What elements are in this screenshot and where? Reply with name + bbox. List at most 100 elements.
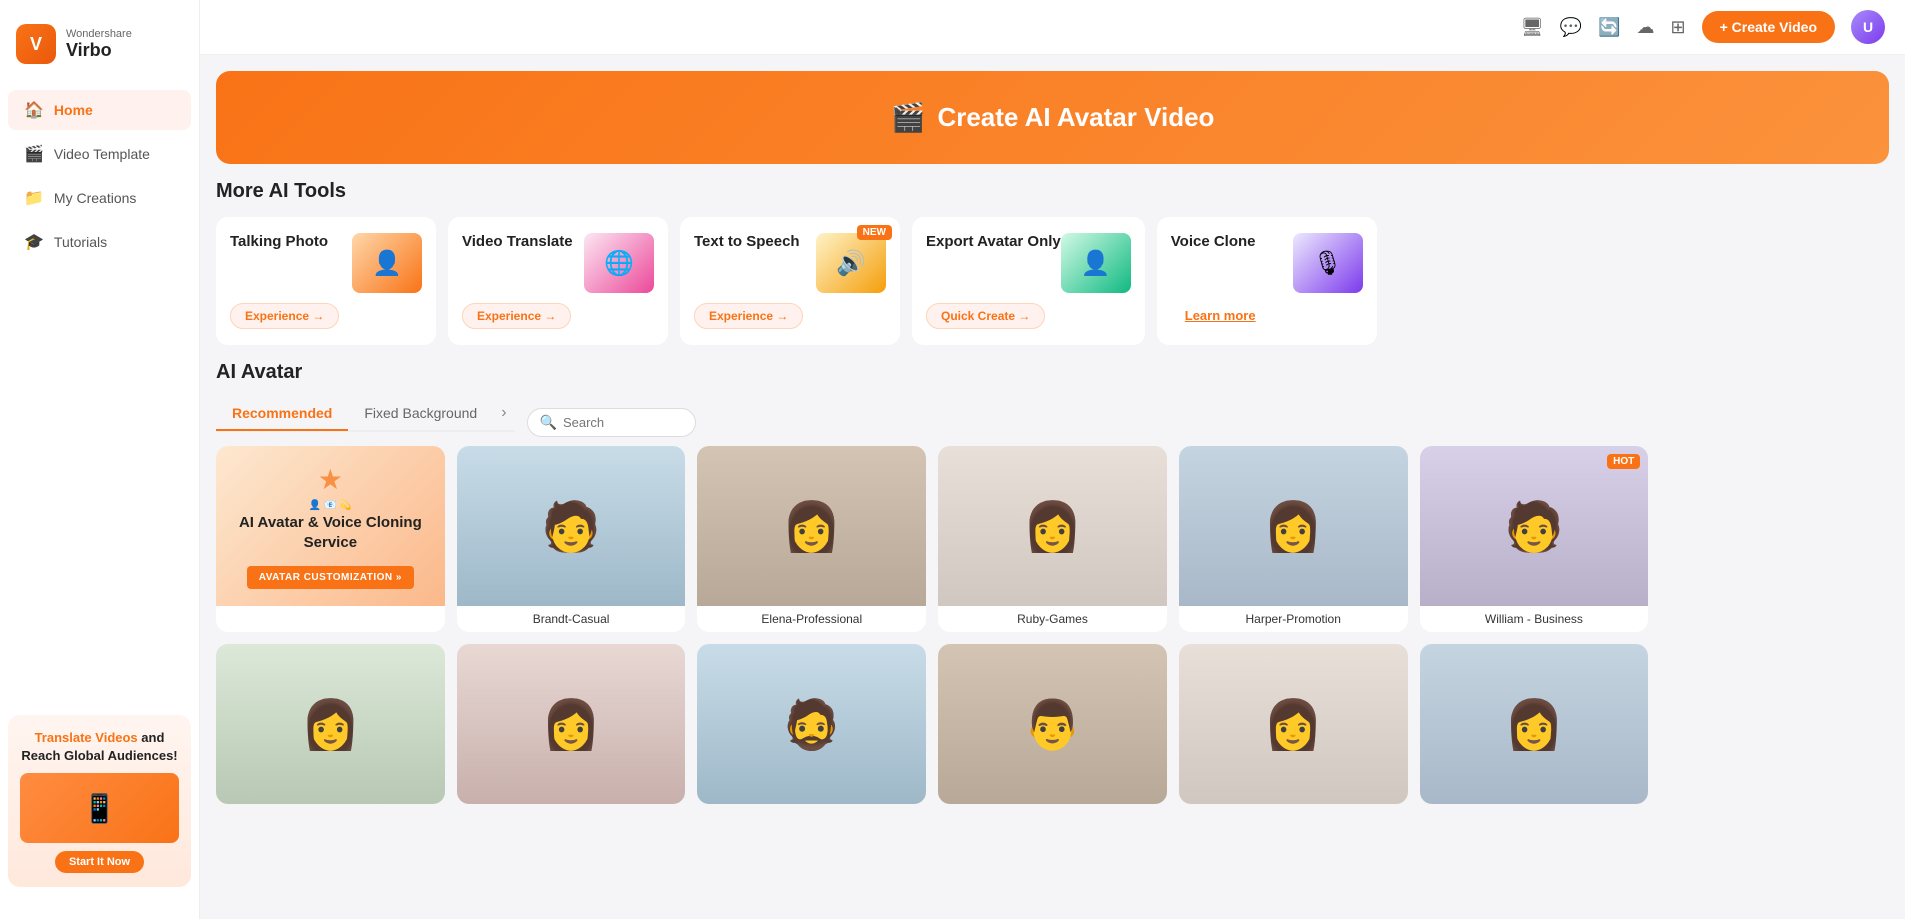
avatar-r2-3-img: 🧔	[697, 644, 926, 804]
new-badge: NEW	[857, 225, 892, 240]
avatar-r2-4-img: 👨	[938, 644, 1167, 804]
tool-export-avatar-img: 👤	[1061, 233, 1131, 293]
grid-icon[interactable]: ⊞	[1671, 17, 1686, 38]
avatar-card-r2-4[interactable]: 👨	[938, 644, 1167, 804]
tool-card-talking-photo[interactable]: Talking Photo 👤 Experience →	[216, 217, 436, 345]
tutorials-icon: 🎓	[24, 232, 44, 252]
video-template-icon: 🎬	[24, 144, 44, 164]
tool-tts-btn[interactable]: Experience →	[694, 303, 803, 329]
main-content: 🖥 💬 🔄 ☁ ⊞ + Create Video U 🎬 Create AI A…	[200, 0, 1905, 919]
avatar-harper-name: Harper-Promotion	[1179, 606, 1408, 632]
chat-icon[interactable]: 💬	[1560, 17, 1582, 38]
tab-more-icon[interactable]: ›	[493, 396, 514, 430]
avatar-elena-img: 👩	[697, 446, 926, 606]
tool-tts-name: Text to Speech	[694, 233, 800, 250]
avatar-grid: ★ 👤 📧 💫 AI Avatar & Voice Cloning Servic…	[216, 446, 1889, 632]
tool-video-translate-btn[interactable]: Experience →	[462, 303, 571, 329]
brand-company: Wondershare	[66, 28, 132, 40]
avatar-card-william[interactable]: HOT 🧑 William - Business	[1420, 446, 1649, 632]
banner-title-colored: Translate Videos	[35, 730, 138, 745]
ai-tools-grid: Talking Photo 👤 Experience → Video Trans…	[216, 217, 1889, 345]
header-icons: 🖥 💬 🔄 ☁ ⊞	[1521, 17, 1686, 38]
avatar-card-r2-1[interactable]: 👩	[216, 644, 445, 804]
tool-card-top: Voice Clone 🎙	[1171, 233, 1363, 293]
more-ai-tools-title: More AI Tools	[216, 180, 1889, 203]
avatar-r2-5-img: 👩	[1179, 644, 1408, 804]
search-icon: 🔍	[540, 414, 557, 431]
sidebar-item-my-creations-label: My Creations	[54, 190, 136, 206]
avatar-card-elena[interactable]: 👩 Elena-Professional	[697, 446, 926, 632]
tool-talking-photo-btn[interactable]: Experience →	[230, 303, 339, 329]
tool-voice-clone-img: 🎙	[1293, 233, 1363, 293]
hero-banner[interactable]: 🎬 Create AI Avatar Video	[216, 71, 1889, 164]
tool-tts-img: 🔊	[816, 233, 886, 293]
avatar-ruby-name: Ruby-Games	[938, 606, 1167, 632]
tool-export-avatar-btn[interactable]: Quick Create →	[926, 303, 1045, 329]
create-video-button[interactable]: + Create Video	[1702, 11, 1835, 43]
avatar-tabs: Recommended Fixed Background ›	[216, 396, 515, 432]
sidebar-item-my-creations[interactable]: 📁 My Creations	[8, 178, 191, 218]
tool-card-video-translate[interactable]: Video Translate 🌐 Experience →	[448, 217, 668, 345]
sidebar-item-tutorials[interactable]: 🎓 Tutorials	[8, 222, 191, 262]
tool-card-voice-clone[interactable]: Voice Clone 🎙 Learn more	[1157, 217, 1377, 345]
avatar-promo-card[interactable]: ★ 👤 📧 💫 AI Avatar & Voice Cloning Servic…	[216, 446, 445, 632]
brand-name: Virbo	[66, 40, 132, 61]
hot-badge: HOT	[1607, 454, 1640, 469]
promo-icons: 👤 📧 💫	[309, 500, 352, 511]
sidebar-item-home-label: Home	[54, 102, 93, 118]
sidebar-item-video-template-label: Video Template	[54, 146, 150, 162]
banner-start-button[interactable]: Start It Now	[55, 851, 144, 873]
avatar-brandt-name: Brandt-Casual	[457, 606, 686, 632]
avatar-william-img: 🧑	[1420, 446, 1649, 606]
search-box: 🔍	[527, 408, 696, 437]
promo-customize-btn[interactable]: AVATAR CUSTOMIZATION »	[247, 566, 414, 589]
ai-avatar-section: AI Avatar Recommended Fixed Background ›…	[200, 361, 1905, 804]
avatar-william-name: William - Business	[1420, 606, 1649, 632]
avatar-grid-row2: 👩 👩 🧔 👨 👩 👩	[216, 644, 1889, 804]
tab-fixed-background[interactable]: Fixed Background	[348, 397, 493, 431]
home-icon: 🏠	[24, 100, 44, 120]
hero-icon: 🎬	[891, 101, 926, 134]
search-input[interactable]	[563, 415, 683, 430]
avatar-elena-name: Elena-Professional	[697, 606, 926, 632]
tool-talking-photo-name: Talking Photo	[230, 233, 328, 250]
promo-title: AI Avatar & Voice Cloning Service	[228, 513, 433, 552]
avatar-card-harper[interactable]: 👩 Harper-Promotion	[1179, 446, 1408, 632]
promo-image-area: ★ 👤 📧 💫 AI Avatar & Voice Cloning Servic…	[216, 446, 445, 606]
logo-area: V Wondershare Virbo	[0, 16, 199, 88]
tool-export-avatar-name: Export Avatar Only	[926, 233, 1061, 250]
avatar-harper-img: 👩	[1179, 446, 1408, 606]
refresh-icon[interactable]: 🔄	[1598, 17, 1620, 38]
banner-title: Translate Videos and Reach Global Audien…	[20, 729, 179, 765]
monitor-icon[interactable]: 🖥	[1521, 17, 1544, 38]
tab-recommended[interactable]: Recommended	[216, 397, 348, 431]
avatar-card-r2-5[interactable]: 👩	[1179, 644, 1408, 804]
tool-voice-clone-btn[interactable]: Learn more	[1171, 303, 1270, 328]
avatar-card-r2-3[interactable]: 🧔	[697, 644, 926, 804]
tool-card-top: Text to Speech 🔊	[694, 233, 886, 293]
avatar-ruby-img: 👩	[938, 446, 1167, 606]
tool-card-text-to-speech[interactable]: NEW Text to Speech 🔊 Experience →	[680, 217, 900, 345]
top-header: 🖥 💬 🔄 ☁ ⊞ + Create Video U	[200, 0, 1905, 55]
sidebar-item-tutorials-label: Tutorials	[54, 234, 107, 250]
tool-card-top: Export Avatar Only 👤	[926, 233, 1131, 293]
promo-star-icon: ★	[318, 463, 343, 496]
tabs-row: Recommended Fixed Background › 🔍	[216, 396, 1889, 446]
avatar-card-brandt[interactable]: 🧑 Brandt-Casual	[457, 446, 686, 632]
tool-card-export-avatar[interactable]: Export Avatar Only 👤 Quick Create →	[912, 217, 1145, 345]
sidebar-item-home[interactable]: 🏠 Home	[8, 90, 191, 130]
cloud-icon[interactable]: ☁	[1637, 17, 1655, 38]
sidebar-item-video-template[interactable]: 🎬 Video Template	[8, 134, 191, 174]
avatar-card-r2-6[interactable]: 👩	[1420, 644, 1649, 804]
tool-card-top: Talking Photo 👤	[230, 233, 422, 293]
avatar-r2-1-img: 👩	[216, 644, 445, 804]
avatar-card-ruby[interactable]: 👩 Ruby-Games	[938, 446, 1167, 632]
banner-image: 📱	[20, 773, 179, 843]
avatar-r2-6-img: 👩	[1420, 644, 1649, 804]
more-ai-tools-section: More AI Tools Talking Photo 👤 Experience…	[200, 180, 1905, 361]
ai-avatar-title: AI Avatar	[216, 361, 1889, 384]
tool-video-translate-name: Video Translate	[462, 233, 573, 250]
avatar-card-r2-2[interactable]: 👩	[457, 644, 686, 804]
tool-video-translate-img: 🌐	[584, 233, 654, 293]
user-avatar[interactable]: U	[1851, 10, 1885, 44]
